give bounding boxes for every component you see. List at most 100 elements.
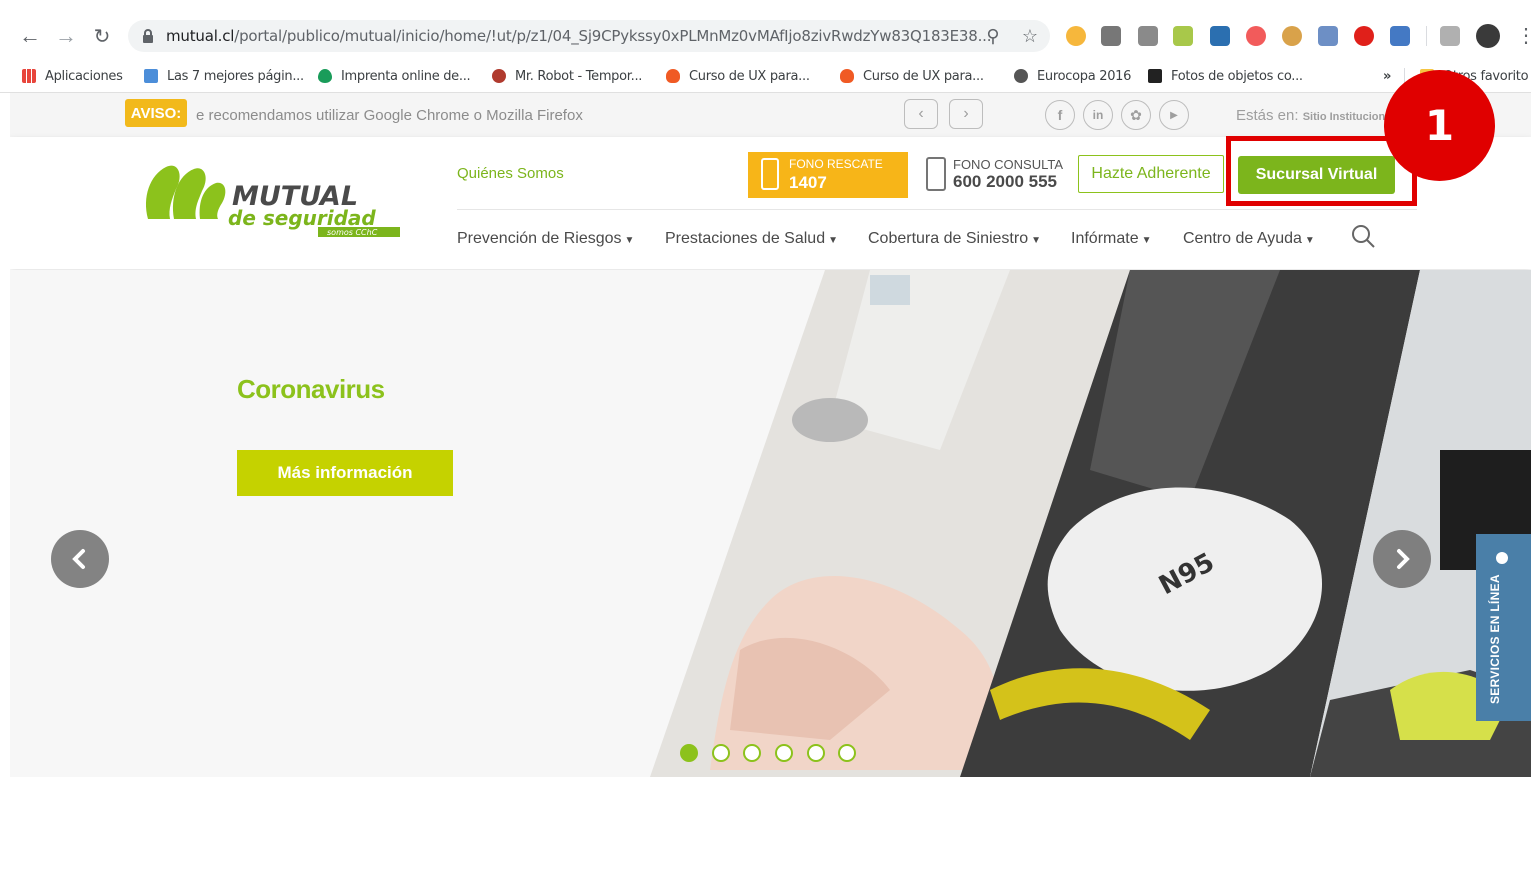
search-icon[interactable] bbox=[1350, 223, 1376, 249]
apps-icon bbox=[22, 69, 36, 83]
extension-icon[interactable] bbox=[1282, 26, 1302, 46]
flame-icon bbox=[840, 69, 854, 83]
breadcrumb: Estás en: Sitio Institucion bbox=[1236, 107, 1385, 124]
carousel-dot[interactable] bbox=[838, 744, 856, 762]
bookmark-favicon-icon bbox=[1148, 69, 1162, 83]
fono-rescate-label: FONO RESCATE bbox=[789, 157, 883, 171]
phone-icon bbox=[926, 157, 946, 191]
camera-extension-icon[interactable] bbox=[1101, 26, 1121, 46]
bookmark-label: Imprenta online de... bbox=[341, 68, 471, 84]
bookmark-item[interactable]: Las 7 mejores págin... bbox=[144, 66, 304, 86]
bookmark-item[interactable]: Imprenta online de... bbox=[318, 66, 471, 86]
fono-rescate-button[interactable]: FONO RESCATE 1407 bbox=[748, 152, 908, 198]
bookmark-label: Curso de UX para... bbox=[863, 68, 984, 84]
breadcrumb-value[interactable]: Sitio Institucion bbox=[1303, 111, 1386, 123]
reload-icon[interactable]: ↻ bbox=[88, 22, 116, 50]
nav-label: Centro de Ayuda bbox=[1183, 230, 1302, 247]
aviso-badge: AVISO: bbox=[125, 99, 187, 127]
hero-carousel: N95 Coronavirus Más información SERVICIO… bbox=[10, 270, 1531, 777]
bookmark-item[interactable]: Eurocopa 2016 bbox=[1014, 66, 1131, 86]
avatar[interactable] bbox=[1476, 24, 1500, 48]
bookmark-item[interactable]: Fotos de objetos co... bbox=[1148, 66, 1303, 86]
address-bar[interactable]: mutual.cl/portal/publico/mutual/inicio/h… bbox=[128, 20, 1050, 52]
facebook-icon[interactable]: f bbox=[1045, 100, 1075, 130]
aviso-text: e recomendamos utilizar Google Chrome o … bbox=[196, 107, 583, 124]
youtube-icon[interactable]: ▶ bbox=[1159, 100, 1189, 130]
nav-label: Prevención de Riesgos bbox=[457, 230, 622, 247]
carousel-dot[interactable] bbox=[775, 744, 793, 762]
back-icon[interactable]: ← bbox=[16, 22, 44, 50]
nav-label: Prestaciones de Salud bbox=[665, 230, 826, 247]
extension-icon[interactable] bbox=[1066, 26, 1086, 46]
toolbar-divider bbox=[1426, 26, 1427, 46]
caret-down-icon: ▼ bbox=[1141, 235, 1152, 246]
reading-list-icon[interactable] bbox=[1440, 26, 1460, 46]
hazte-adherente-button[interactable]: Hazte Adherente bbox=[1078, 155, 1224, 193]
extension-icon[interactable] bbox=[1354, 26, 1374, 46]
translate-extension-icon[interactable] bbox=[1390, 26, 1410, 46]
fono-consulta-label: FONO CONSULTA bbox=[953, 157, 1064, 172]
bookmark-label: Curso de UX para... bbox=[689, 68, 810, 84]
browser-toolbar: ← → ↻ mutual.cl/portal/publico/mutual/in… bbox=[0, 0, 1531, 60]
phone-icon bbox=[761, 158, 779, 190]
star-icon[interactable]: ☆ bbox=[1020, 26, 1040, 46]
carousel-dot[interactable] bbox=[743, 744, 761, 762]
bookmarks-bar: Aplicaciones Las 7 mejores págin... Impr… bbox=[0, 60, 1531, 93]
step-number-badge: 1 bbox=[1384, 70, 1495, 181]
fono-rescate-number: 1407 bbox=[789, 173, 827, 192]
bookmark-label: Fotos de objetos co... bbox=[1171, 68, 1303, 84]
nav-prevencion[interactable]: Prevención de Riesgos ▼ bbox=[457, 230, 634, 248]
nav-informate[interactable]: Infórmate ▼ bbox=[1071, 230, 1152, 248]
nav-cobertura[interactable]: Cobertura de Siniestro ▼ bbox=[868, 230, 1041, 248]
nav-label: Cobertura de Siniestro bbox=[868, 230, 1029, 247]
servicios-tab-label: SERVICIOS EN LÍNEA bbox=[1488, 574, 1502, 704]
key-icon[interactable]: ⚲ bbox=[983, 26, 1003, 46]
twitter-icon[interactable]: ✿ bbox=[1121, 100, 1151, 130]
extension-icon[interactable] bbox=[1138, 26, 1158, 46]
carousel-next-button[interactable] bbox=[1373, 530, 1431, 588]
notice-next-button[interactable]: › bbox=[949, 99, 983, 129]
bookmark-label: Aplicaciones bbox=[45, 68, 123, 84]
fono-consulta-number: 600 2000 555 bbox=[953, 172, 1057, 191]
bookmark-item[interactable]: Mr. Robot - Tempor... bbox=[492, 66, 642, 86]
forward-icon[interactable]: → bbox=[52, 22, 80, 50]
notice-prev-button[interactable]: ‹ bbox=[904, 99, 938, 129]
mas-informacion-button[interactable]: Más información bbox=[237, 450, 453, 496]
more-bookmarks-button[interactable]: » bbox=[1383, 66, 1391, 86]
nav-prestaciones[interactable]: Prestaciones de Salud ▼ bbox=[665, 230, 838, 248]
linkedin-icon[interactable]: in bbox=[1083, 100, 1113, 130]
fono-consulta[interactable]: FONO CONSULTA 600 2000 555 bbox=[923, 155, 1073, 195]
logo-line3: somos CChC bbox=[327, 228, 378, 237]
globe-icon bbox=[1014, 69, 1028, 83]
menu-icon[interactable]: ⋮ bbox=[1516, 22, 1531, 50]
carousel-dot[interactable] bbox=[807, 744, 825, 762]
breadcrumb-label: Estás en: bbox=[1236, 107, 1299, 124]
hero-title: Coronavirus bbox=[237, 374, 385, 404]
bookmark-label: Eurocopa 2016 bbox=[1037, 68, 1132, 84]
logo-line2: de seguridad bbox=[228, 206, 376, 230]
quienes-somos-link[interactable]: Quiénes Somos bbox=[457, 165, 564, 182]
carousel-prev-button[interactable] bbox=[51, 530, 109, 588]
bookmark-item[interactable]: Aplicaciones bbox=[22, 66, 123, 86]
flame-icon bbox=[666, 69, 680, 83]
chevron-left-icon bbox=[72, 549, 85, 569]
carousel-dot[interactable] bbox=[680, 744, 698, 762]
extension-icon[interactable] bbox=[1246, 26, 1266, 46]
bookmark-item[interactable]: Curso de UX para... bbox=[666, 66, 810, 86]
bookmark-favicon-icon bbox=[144, 69, 158, 83]
web-page: AVISO: e recomendamos utilizar Google Ch… bbox=[10, 93, 1531, 871]
nav-centro-ayuda[interactable]: Centro de Ayuda ▼ bbox=[1183, 230, 1315, 248]
carousel-dot[interactable] bbox=[712, 744, 730, 762]
mutual-logo[interactable]: MUTUAL de seguridad somos CChC bbox=[140, 157, 410, 237]
bookmark-item[interactable]: Curso de UX para... bbox=[840, 66, 984, 86]
plus-circle-icon bbox=[1496, 552, 1508, 564]
caret-down-icon: ▼ bbox=[1304, 235, 1315, 246]
chevron-right-icon bbox=[1397, 549, 1410, 569]
extension-icon[interactable] bbox=[1173, 26, 1193, 46]
servicios-en-linea-tab[interactable]: SERVICIOS EN LÍNEA bbox=[1476, 534, 1531, 721]
bookmark-label: Mr. Robot - Tempor... bbox=[515, 68, 643, 84]
nav-divider bbox=[457, 209, 1417, 210]
extension-icon[interactable] bbox=[1210, 26, 1230, 46]
extension-icon[interactable] bbox=[1318, 26, 1338, 46]
caret-down-icon: ▼ bbox=[1031, 235, 1041, 246]
